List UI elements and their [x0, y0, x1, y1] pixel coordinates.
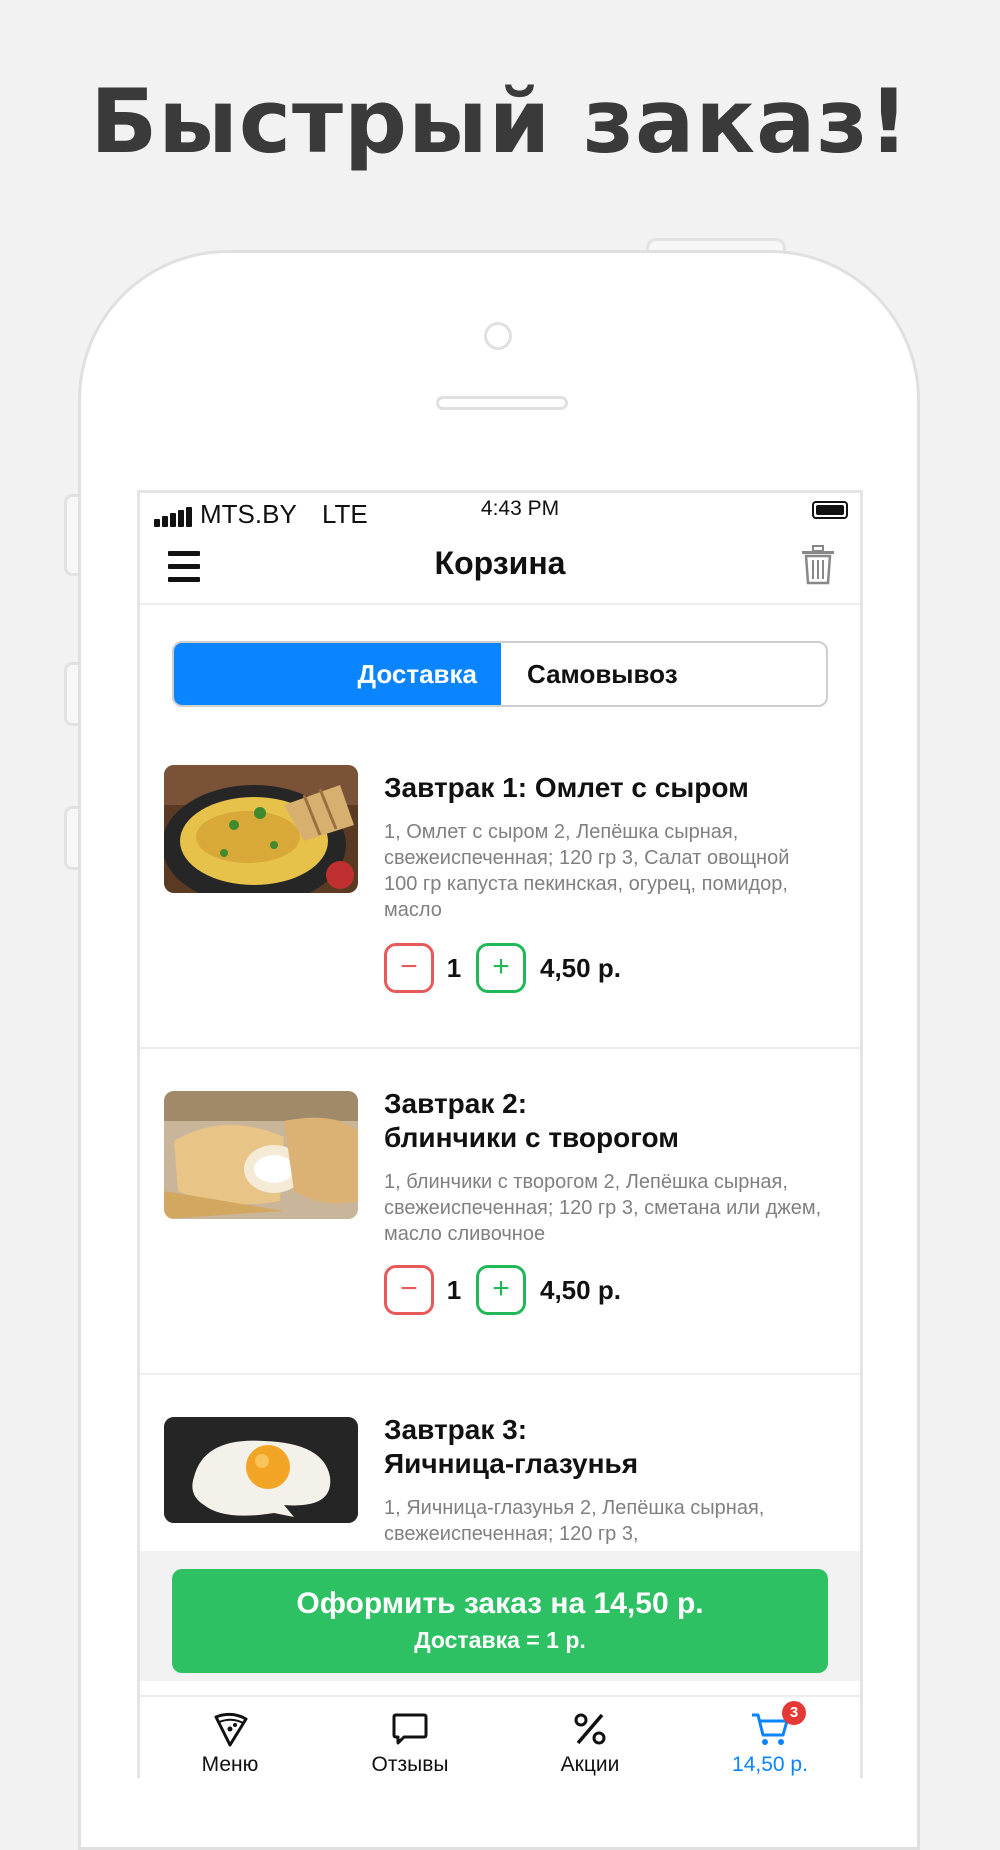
quantity-value: 1: [446, 1275, 462, 1305]
battery-icon: [812, 501, 848, 519]
decrease-quantity-button[interactable]: −: [384, 943, 434, 993]
tab-delivery[interactable]: Доставка: [174, 643, 501, 705]
item-price: 4,50 р.: [540, 1275, 621, 1305]
pizza-slice-icon: [214, 1712, 248, 1747]
increase-quantity-button[interactable]: +: [476, 943, 526, 993]
delivery-mode-toggle: Доставка Самовывоз: [172, 641, 828, 707]
trash-icon[interactable]: [800, 545, 836, 585]
tab-reviews-label: Отзывы: [371, 1753, 449, 1776]
item-title: Завтрак 3:: [384, 1414, 528, 1445]
increase-quantity-button[interactable]: +: [476, 1265, 526, 1315]
page-title: Корзина: [434, 545, 566, 581]
percent-icon: [574, 1713, 606, 1745]
phone-speaker: [436, 396, 568, 410]
item-description: 1, Омлет с сыром 2, Лепёшка сырная, свеж…: [384, 821, 790, 921]
item-title: Завтрак 1: Омлет с сыром: [384, 772, 749, 803]
tab-cart-label: 14,50 р.: [732, 1753, 808, 1776]
quantity-value: 1: [446, 953, 462, 983]
tab-menu[interactable]: Меню: [140, 1697, 320, 1778]
tab-promos-label: Акции: [560, 1753, 620, 1776]
quantity-stepper: − 1 + 4,50 р.: [384, 1265, 684, 1319]
item-title: Завтрак 2:: [384, 1088, 528, 1119]
status-time: 4:43 PM: [480, 497, 560, 520]
item-description: 1, Яичница-глазунья 2, Лепёшка сырная, с…: [384, 1497, 765, 1545]
network-type: LTE: [322, 499, 368, 529]
tab-menu-label: Меню: [201, 1753, 259, 1776]
nav-bar: Корзина: [140, 537, 860, 605]
omelette-image: [164, 765, 358, 893]
item-price: 4,50 р.: [540, 953, 621, 983]
tab-pickup[interactable]: Самовывоз: [501, 643, 826, 705]
tab-reviews[interactable]: Отзывы: [320, 1697, 500, 1778]
status-bar: MTS.BY LTE 4:43 PM: [140, 493, 860, 537]
phone-camera: [484, 322, 512, 350]
quantity-stepper: − 1 + 4,50 р.: [384, 943, 684, 997]
signal-icon: [154, 507, 194, 527]
hamburger-menu-icon[interactable]: [168, 551, 200, 583]
chat-bubble-icon: [392, 1713, 428, 1745]
item-title-line2: Яичница-глазунья: [384, 1448, 639, 1479]
bottom-tab-bar: Меню Отзывы Акции 3 14,50 р.: [140, 1695, 860, 1778]
app-screen: MTS.BY LTE 4:43 PM Корзина Доставка Само…: [137, 490, 863, 1778]
carrier-name: MTS.BY: [200, 499, 297, 529]
tab-cart[interactable]: 3 14,50 р.: [680, 1697, 860, 1778]
item-description: 1, блинчики с творогом 2, Лепёшка сырная…: [384, 1171, 822, 1245]
cart-item: Завтрак 2: блинчики с творогом 1, блинчи…: [140, 1049, 860, 1375]
checkout-panel: Оформить заказ на 14,50 р. Доставка = 1 …: [140, 1551, 860, 1681]
item-title-line2: блинчики с творогом: [384, 1122, 679, 1153]
pancakes-image: [164, 1091, 358, 1219]
cart-count-badge: 3: [782, 1701, 806, 1725]
promo-headline: Быстрый заказ!: [90, 70, 910, 173]
checkout-button[interactable]: Оформить заказ на 14,50 р. Доставка = 1 …: [172, 1569, 828, 1673]
checkout-total-label: Оформить заказ на 14,50 р.: [296, 1587, 704, 1620]
tab-promos[interactable]: Акции: [500, 1697, 680, 1778]
cart-item: Завтрак 1: Омлет с сыром 1, Омлет с сыро…: [140, 733, 860, 1049]
fried-egg-image: [164, 1417, 358, 1523]
decrease-quantity-button[interactable]: −: [384, 1265, 434, 1315]
delivery-fee-label: Доставка = 1 р.: [414, 1627, 586, 1653]
